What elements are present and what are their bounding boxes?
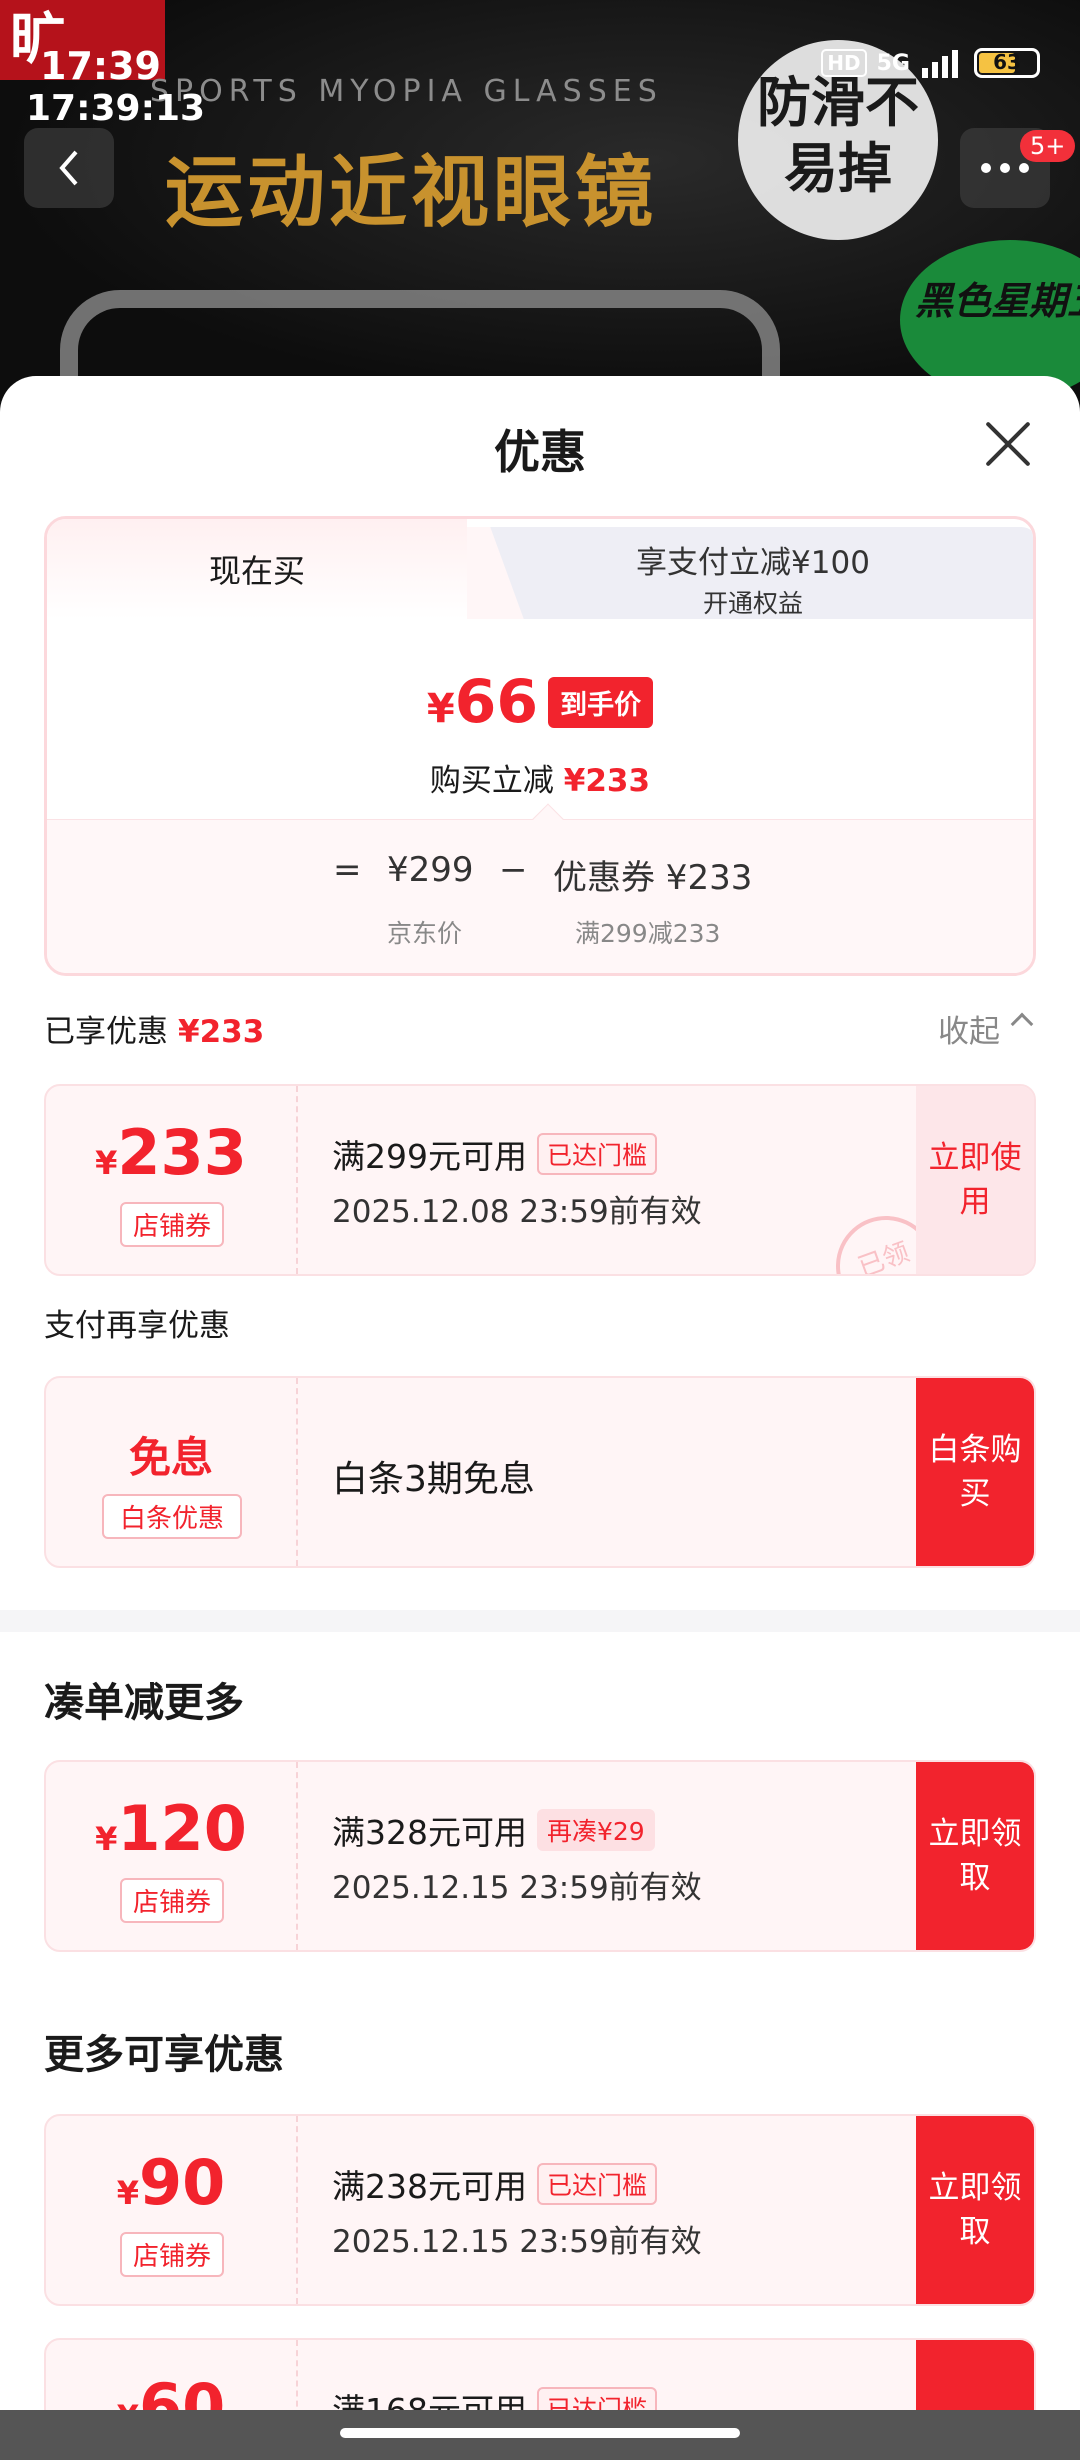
coupon-value: ¥120 店铺券 bbox=[46, 1762, 298, 1950]
claim-now-button[interactable]: 立即领取 bbox=[916, 2116, 1034, 2304]
coupon-amount: ¥120 bbox=[95, 1792, 247, 1865]
tab-pay-title: 享支付立减¥100 bbox=[636, 545, 870, 581]
coupon-validity: 2025.12.15 23:59前有效 bbox=[332, 1870, 702, 1906]
coupon-value: ¥233 店铺券 bbox=[46, 1086, 298, 1274]
signal-icon bbox=[922, 50, 958, 78]
coupon-threshold-tag: 已达门槛 bbox=[537, 1133, 658, 1175]
coupon-120: ¥120 店铺券 满328元可用 再凑¥29 2025.12.15 23:59前… bbox=[44, 1760, 1036, 1952]
battery-level: 63 bbox=[993, 50, 1021, 74]
battery-icon: 63 bbox=[974, 48, 1040, 78]
status-icons: HD 5G 63 bbox=[821, 48, 1040, 78]
reduce-amount: ¥233 bbox=[563, 763, 651, 799]
collapse-button[interactable]: 收起 bbox=[938, 1006, 1000, 1051]
status-time: 17:39 bbox=[40, 44, 161, 88]
coupon-90: ¥90 店铺券 满238元可用 已达门槛 2025.12.15 23:59前有效… bbox=[44, 2114, 1036, 2306]
coupon-type: 店铺券 bbox=[120, 2232, 224, 2277]
status-bar: 17:39 17:39:13 HD 5G 63 bbox=[0, 0, 1080, 130]
enjoyed-discount: 已享优惠 ¥233 bbox=[44, 1006, 264, 1051]
calc-jd-price: ¥299 bbox=[387, 850, 474, 890]
final-price-row: ¥66 到手价 bbox=[47, 667, 1033, 737]
reduce-label: 购买立减 bbox=[429, 763, 554, 799]
enjoyed-amount: ¥233 bbox=[178, 1014, 265, 1050]
calc-minus: − bbox=[499, 850, 528, 890]
banner-title: 运动近视眼镜 bbox=[165, 148, 658, 238]
baitiao-type: 白条优惠 bbox=[102, 1494, 242, 1539]
baitiao-text: 白条3期免息 bbox=[332, 1459, 535, 1500]
coupon-applied: ¥233 店铺券 满299元可用 已达门槛 2025.12.08 23:59前有… bbox=[44, 1084, 1036, 1276]
coupon-type: 店铺券 bbox=[120, 1202, 224, 1247]
tab-pay-subtitle: 开通权益 bbox=[702, 589, 803, 618]
discount-sheet: 优惠 享支付立减¥100 开通权益 现在买 ¥66 到手价 购买立减 ¥233 … bbox=[0, 376, 1080, 2460]
coupon-condition: 满238元可用 已达门槛 bbox=[332, 2160, 658, 2208]
baitiao-value: 免息 白条优惠 bbox=[46, 1378, 298, 1566]
message-count-badge: 5+ bbox=[1020, 130, 1076, 162]
price-calculation: = ¥299 − 优惠券 ¥233 京东价 满299减233 bbox=[47, 803, 1033, 973]
more-available-title: 更多可享优惠 bbox=[44, 2032, 284, 2078]
more-discount-title: 凑单减更多 bbox=[44, 1680, 244, 1726]
baitiao-offer: 免息 白条优惠 白条3期免息 白条购买 bbox=[44, 1376, 1036, 1568]
calc-jd-price-label: 京东价 bbox=[387, 919, 463, 948]
coupon-value: ¥90 店铺券 bbox=[46, 2116, 298, 2304]
coupon-validity: 2025.12.08 23:59前有效 bbox=[332, 1194, 702, 1230]
coupon-validity: 2025.12.15 23:59前有效 bbox=[332, 2224, 702, 2260]
price-panel: 享支付立减¥100 开通权益 现在买 ¥66 到手价 购买立减 ¥233 = ¥… bbox=[44, 516, 1036, 976]
tab-buy-now[interactable]: 现在买 bbox=[47, 519, 467, 619]
pay-section-label: 支付再享优惠 bbox=[44, 1308, 230, 1344]
claim-now-button[interactable]: 立即领取 bbox=[916, 1762, 1034, 1950]
hd-icon: HD bbox=[821, 49, 867, 77]
coupon-condition: 满299元可用 已达门槛 bbox=[332, 1130, 658, 1178]
purchase-tabs: 享支付立减¥100 开通权益 现在买 bbox=[47, 519, 1033, 619]
final-price-tag: 到手价 bbox=[548, 676, 654, 728]
tab-pay-discount[interactable]: 享支付立减¥100 开通权益 bbox=[467, 527, 1033, 619]
calc-equals: = bbox=[333, 850, 362, 890]
status-time-seconds: 17:39:13 bbox=[26, 88, 206, 129]
calc-coupon: 优惠券 ¥233 bbox=[553, 858, 753, 898]
reduce-row: 购买立减 ¥233 bbox=[47, 755, 1033, 800]
coupon-type: 店铺券 bbox=[120, 1878, 224, 1923]
coupon-amount: ¥90 bbox=[116, 2146, 226, 2219]
coupon-condition: 满328元可用 再凑¥29 bbox=[332, 1806, 655, 1854]
final-price: ¥66 bbox=[426, 667, 539, 737]
home-indicator[interactable] bbox=[340, 2428, 740, 2438]
enjoyed-label: 已享优惠 bbox=[44, 1014, 168, 1050]
more-dots-icon bbox=[981, 163, 1029, 173]
sheet-title: 优惠 bbox=[494, 425, 586, 479]
back-button[interactable] bbox=[24, 128, 114, 208]
calc-coupon-label: 满299减233 bbox=[575, 919, 721, 948]
use-now-button[interactable]: 立即使用 bbox=[916, 1086, 1034, 1274]
coupon-threshold-tag: 已达门槛 bbox=[537, 2163, 658, 2205]
interest-free-label: 免息 bbox=[128, 1433, 213, 1482]
close-icon[interactable] bbox=[980, 416, 1036, 472]
section-divider bbox=[0, 1610, 1080, 1632]
coupon-add-more-tag: 再凑¥29 bbox=[537, 1809, 655, 1851]
baitiao-buy-button[interactable]: 白条购买 bbox=[916, 1378, 1034, 1566]
chevron-left-icon bbox=[59, 150, 78, 186]
chevron-up-icon[interactable] bbox=[1010, 1012, 1034, 1036]
network-label: 5G bbox=[876, 50, 910, 76]
coupon-amount: ¥233 bbox=[95, 1116, 247, 1189]
gesture-bar bbox=[0, 2410, 1080, 2460]
